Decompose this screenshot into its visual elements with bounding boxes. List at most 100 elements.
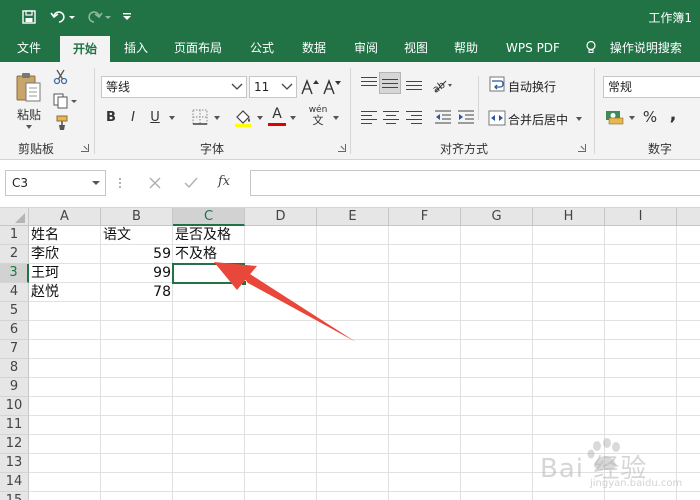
tab-insert[interactable]: 插入 xyxy=(112,34,160,62)
underline-button[interactable]: U xyxy=(146,107,164,127)
tell-me-search[interactable]: 操作说明搜索 xyxy=(580,34,700,62)
underline-dropdown-caret[interactable] xyxy=(169,116,175,120)
column-header-g[interactable]: G xyxy=(461,208,533,226)
font-color-dropdown-caret[interactable] xyxy=(290,116,296,120)
decrease-indent-icon[interactable] xyxy=(433,108,453,126)
align-center-icon[interactable] xyxy=(383,110,399,124)
tab-file[interactable]: 文件 xyxy=(4,34,54,62)
row-header-7[interactable]: 7 xyxy=(0,340,29,359)
undo-icon[interactable] xyxy=(48,7,78,27)
merge-center-icon[interactable] xyxy=(487,108,507,128)
comma-style-button[interactable]: , xyxy=(664,104,682,125)
column-header-i[interactable]: I xyxy=(605,208,677,226)
percent-style-button[interactable]: % xyxy=(641,107,659,127)
tab-view[interactable]: 视图 xyxy=(396,34,436,62)
alignment-dialog-launcher[interactable] xyxy=(578,144,586,152)
column-header-partial[interactable] xyxy=(677,208,700,226)
select-all-corner[interactable] xyxy=(0,208,29,226)
column-header-h[interactable]: H xyxy=(533,208,605,226)
column-header-f[interactable]: F xyxy=(389,208,461,226)
fill-color-dropdown-caret[interactable] xyxy=(257,116,263,120)
row-header-8[interactable]: 8 xyxy=(0,359,29,378)
cell-b3[interactable]: 99 xyxy=(101,264,173,283)
fill-color-icon[interactable] xyxy=(232,107,254,129)
align-middle-icon[interactable] xyxy=(382,76,398,90)
tab-home[interactable]: 开始 xyxy=(60,36,110,62)
row-header-5[interactable]: 5 xyxy=(0,302,29,321)
increase-indent-icon[interactable] xyxy=(456,108,476,126)
formula-input[interactable] xyxy=(250,170,700,196)
row-header-9[interactable]: 9 xyxy=(0,378,29,397)
wrap-text-icon[interactable] xyxy=(488,74,506,94)
row-header-1[interactable]: 1 xyxy=(0,226,29,245)
orientation-icon[interactable]: ab xyxy=(430,74,454,96)
font-size-select[interactable]: 11 xyxy=(249,76,297,98)
cell-a3[interactable]: 王珂 xyxy=(29,264,101,283)
accounting-dropdown-caret[interactable] xyxy=(629,116,635,120)
number-format-select[interactable]: 常规 xyxy=(603,76,700,98)
cancel-entry-icon[interactable] xyxy=(145,173,165,193)
cell-a4[interactable]: 赵悦 xyxy=(29,283,101,302)
cell-a2[interactable]: 李欣 xyxy=(29,245,101,264)
column-header-c[interactable]: C xyxy=(173,208,245,226)
cell-b4[interactable]: 78 xyxy=(101,283,173,302)
tab-data[interactable]: 数据 xyxy=(292,34,336,62)
row-header-2[interactable]: 2 xyxy=(0,245,29,264)
cell-c2[interactable]: 不及格 xyxy=(173,245,245,264)
merge-dropdown-caret[interactable] xyxy=(576,117,582,121)
paste-icon[interactable] xyxy=(12,70,46,104)
paste-dropdown-caret[interactable] xyxy=(26,125,32,129)
cell-a1[interactable]: 姓名 xyxy=(29,226,101,245)
font-dialog-launcher[interactable] xyxy=(338,144,346,152)
column-header-d[interactable]: D xyxy=(245,208,317,226)
save-icon[interactable] xyxy=(18,7,40,27)
phonetic-guide-button[interactable]: wén 文 xyxy=(305,104,331,128)
cell-c1[interactable]: 是否及格 xyxy=(173,226,245,245)
borders-icon[interactable] xyxy=(190,107,210,127)
format-painter-icon[interactable] xyxy=(52,114,70,132)
customize-quick-access-icon[interactable] xyxy=(120,7,134,27)
tab-help[interactable]: 帮助 xyxy=(446,34,486,62)
increase-font-size-icon[interactable] xyxy=(300,77,320,97)
italic-button[interactable]: I xyxy=(124,107,142,127)
row-header-6[interactable]: 6 xyxy=(0,321,29,340)
wrap-text-button[interactable]: 自动换行 xyxy=(508,78,556,95)
fill-handle[interactable] xyxy=(241,280,247,286)
redo-icon[interactable] xyxy=(86,7,112,27)
row-header-11[interactable]: 11 xyxy=(0,416,29,435)
column-header-e[interactable]: E xyxy=(317,208,389,226)
row-header-4[interactable]: 4 xyxy=(0,283,29,302)
tab-page-layout[interactable]: 页面布局 xyxy=(166,34,230,62)
row-header-12[interactable]: 12 xyxy=(0,435,29,454)
cut-icon[interactable] xyxy=(52,68,70,86)
row-header-10[interactable]: 10 xyxy=(0,397,29,416)
borders-dropdown-caret[interactable] xyxy=(214,116,220,120)
align-left-icon[interactable] xyxy=(361,110,377,124)
align-right-icon[interactable] xyxy=(406,110,422,124)
paste-button[interactable]: 粘贴 xyxy=(10,106,48,122)
name-box[interactable]: C3 xyxy=(5,170,106,196)
column-header-b[interactable]: B xyxy=(101,208,173,226)
merge-center-button[interactable]: 合并后居中 xyxy=(508,111,568,128)
copy-icon[interactable] xyxy=(52,92,78,110)
accounting-format-icon[interactable] xyxy=(604,107,626,127)
tab-wps-pdf[interactable]: WPS PDF xyxy=(498,34,568,62)
row-header-13[interactable]: 13 xyxy=(0,454,29,473)
bold-button[interactable]: B xyxy=(102,107,120,127)
font-color-button[interactable]: A xyxy=(268,105,286,123)
insert-function-button[interactable]: fx xyxy=(218,174,240,192)
phonetic-dropdown-caret[interactable] xyxy=(333,116,339,120)
tab-review[interactable]: 审阅 xyxy=(344,34,388,62)
confirm-entry-icon[interactable] xyxy=(181,173,201,193)
row-header-3[interactable]: 3 xyxy=(0,264,29,283)
align-bottom-icon[interactable] xyxy=(406,76,422,90)
cell-b2[interactable]: 59 xyxy=(101,245,173,264)
font-name-select[interactable]: 等线 xyxy=(101,76,247,98)
row-header-14[interactable]: 14 xyxy=(0,473,29,492)
align-top-icon[interactable] xyxy=(361,76,377,90)
column-header-a[interactable]: A xyxy=(29,208,101,226)
tab-formulas[interactable]: 公式 xyxy=(240,34,284,62)
row-header-15[interactable]: 15 xyxy=(0,492,29,500)
decrease-font-size-icon[interactable] xyxy=(322,77,342,97)
cell-b1[interactable]: 语文 xyxy=(101,226,173,245)
